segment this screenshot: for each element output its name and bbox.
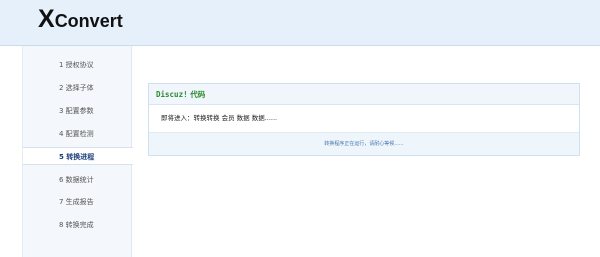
sidebar-item-license[interactable]: 1 授权协议 bbox=[23, 56, 132, 74]
panel-title-product: Discuz! bbox=[156, 90, 188, 99]
app-header: XConvert bbox=[0, 0, 600, 46]
panel-title-suffix: 代码 bbox=[187, 90, 206, 99]
conversion-status-message: 即将进入：转换转换 会员 数据 数据...... bbox=[161, 114, 278, 122]
sidebar-item-finish[interactable]: 8 转换完成 bbox=[23, 216, 132, 234]
conversion-panel: Discuz! 代码 即将进入：转换转换 会员 数据 数据...... 转换程序… bbox=[148, 83, 580, 156]
logo-text: Convert bbox=[54, 11, 123, 31]
steps-sidebar: 1 授权协议 2 选择子体 3 配置参数 4 配置检测 5 转换进程 6 数据统… bbox=[22, 46, 133, 257]
sidebar-item-report[interactable]: 7 生成报告 bbox=[23, 193, 132, 211]
panel-footer-note: 转换程序正在运行，请耐心等候...... bbox=[149, 132, 579, 155]
sidebar-item-config-check[interactable]: 4 配置检测 bbox=[23, 125, 132, 143]
sidebar-item-data-stats[interactable]: 6 数据统计 bbox=[23, 171, 132, 189]
xconvert-logo: XConvert bbox=[38, 7, 123, 32]
logo-initial: X bbox=[38, 5, 55, 33]
sidebar-item-config-params[interactable]: 3 配置参数 bbox=[23, 102, 132, 120]
panel-title: Discuz! 代码 bbox=[149, 84, 579, 105]
sidebar-item-select-source[interactable]: 2 选择子体 bbox=[23, 79, 132, 97]
sidebar-item-convert-process[interactable]: 5 转换进程 bbox=[23, 147, 133, 165]
